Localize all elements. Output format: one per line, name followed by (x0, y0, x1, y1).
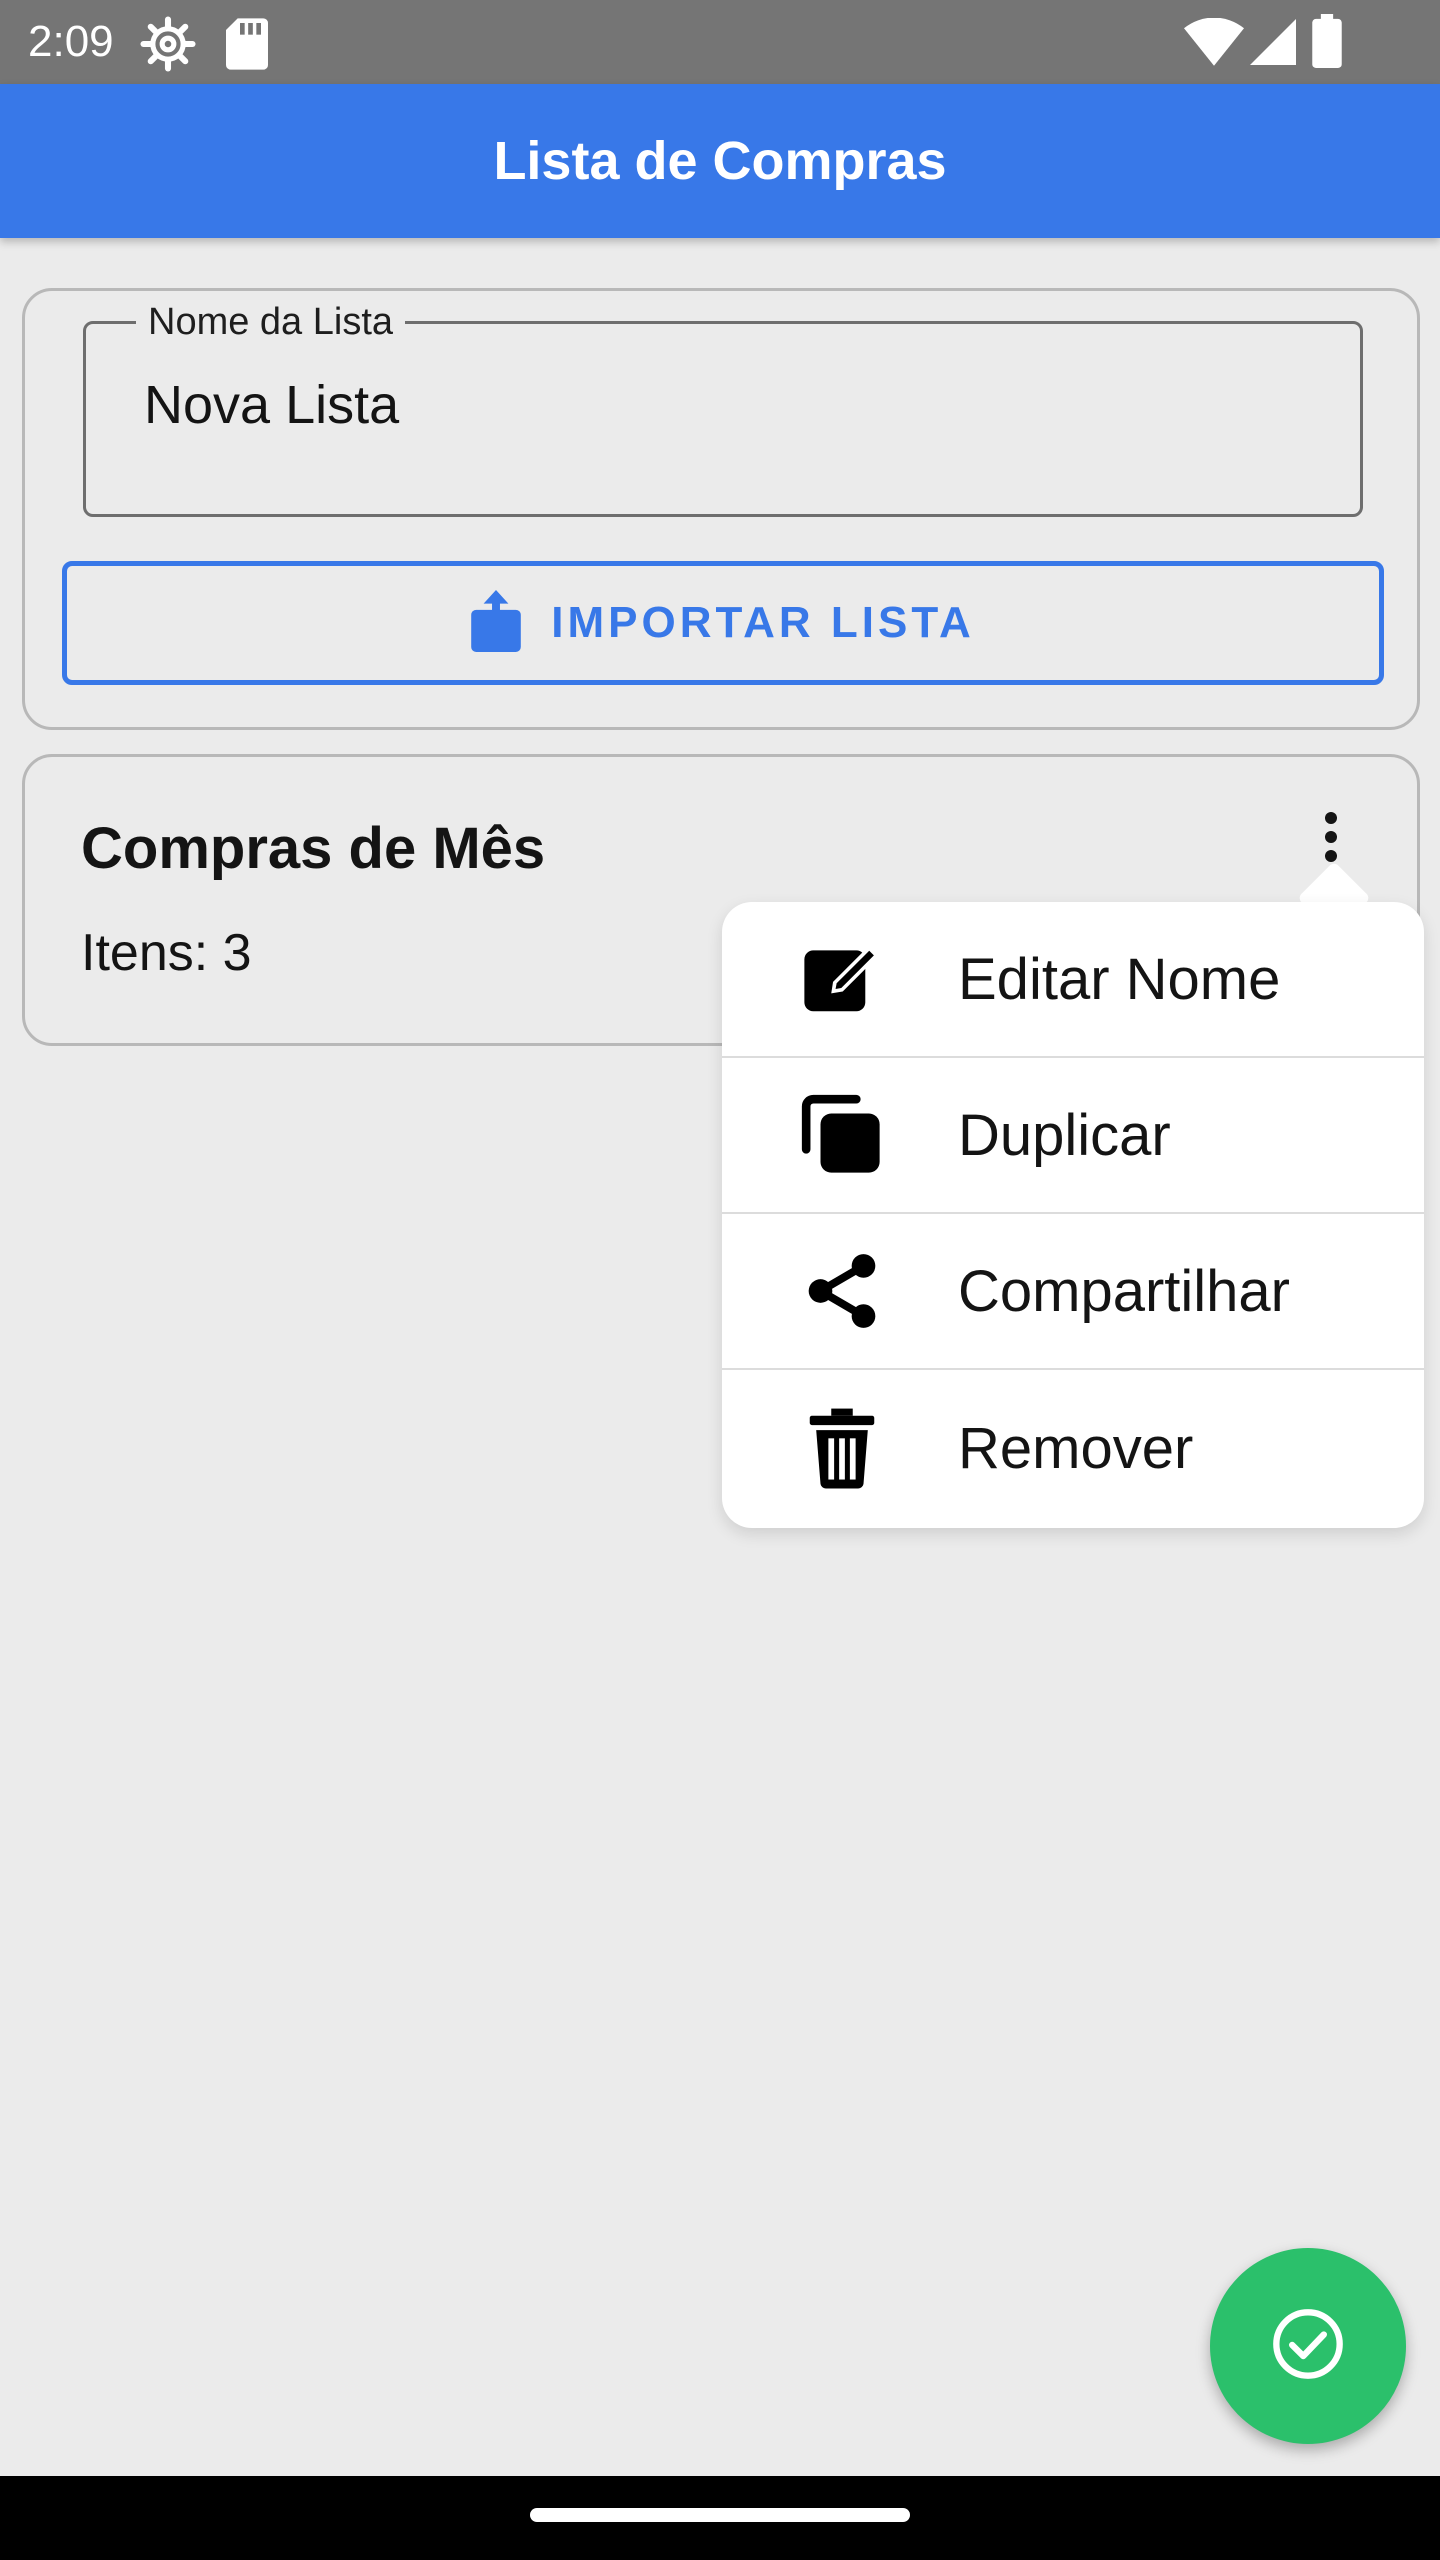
confirm-fab[interactable] (1210, 2248, 1406, 2444)
list-name-input[interactable]: Nova Lista (144, 370, 399, 440)
new-list-card: Nome da Lista Nova Lista IMPORTAR LISTA (22, 288, 1420, 730)
app-title: Lista de Compras (493, 131, 947, 191)
screen: 2:09 Lista de Compras Nome da Lista Nova… (0, 0, 1440, 2560)
edit-icon (794, 931, 890, 1027)
list-card-title: Compras de Mês (81, 816, 546, 881)
import-list-label: IMPORTAR LISTA (551, 598, 975, 647)
duplicate-icon (794, 1087, 890, 1183)
battery-icon (1312, 14, 1342, 73)
menu-item-remove[interactable]: Remover (722, 1370, 1424, 1526)
trash-icon (794, 1400, 890, 1496)
menu-item-label: Compartilhar (958, 1258, 1290, 1324)
share-upload-icon (471, 589, 522, 657)
menu-item-duplicate[interactable]: Duplicar (722, 1058, 1424, 1214)
sd-card-icon (222, 16, 272, 77)
list-card-item-count: Itens: 3 (81, 924, 252, 982)
check-circle-icon (1270, 2306, 1346, 2387)
navigation-bar (0, 2476, 1440, 2560)
menu-item-label: Editar Nome (958, 946, 1281, 1012)
list-options-menu: Editar Nome Duplicar Compartilhar Remove… (722, 902, 1424, 1528)
share-icon (794, 1243, 890, 1339)
status-time: 2:09 (28, 17, 114, 66)
menu-item-share[interactable]: Compartilhar (722, 1214, 1424, 1370)
status-bar: 2:09 (0, 0, 1440, 84)
import-list-button[interactable]: IMPORTAR LISTA (62, 561, 1384, 685)
home-handle[interactable] (530, 2508, 910, 2522)
more-options-button[interactable] (1299, 807, 1363, 871)
wifi-icon (1184, 17, 1244, 71)
app-bar: Lista de Compras (0, 84, 1440, 238)
menu-item-edit-name[interactable]: Editar Nome (722, 902, 1424, 1058)
cell-signal-icon (1250, 18, 1296, 71)
menu-item-label: Remover (958, 1415, 1194, 1481)
list-name-label: Nome da Lista (136, 300, 406, 344)
settings-gear-icon (140, 16, 196, 77)
list-name-field[interactable]: Nome da Lista Nova Lista (83, 300, 1363, 517)
more-vert-icon (1323, 811, 1339, 868)
menu-item-label: Duplicar (958, 1102, 1171, 1168)
